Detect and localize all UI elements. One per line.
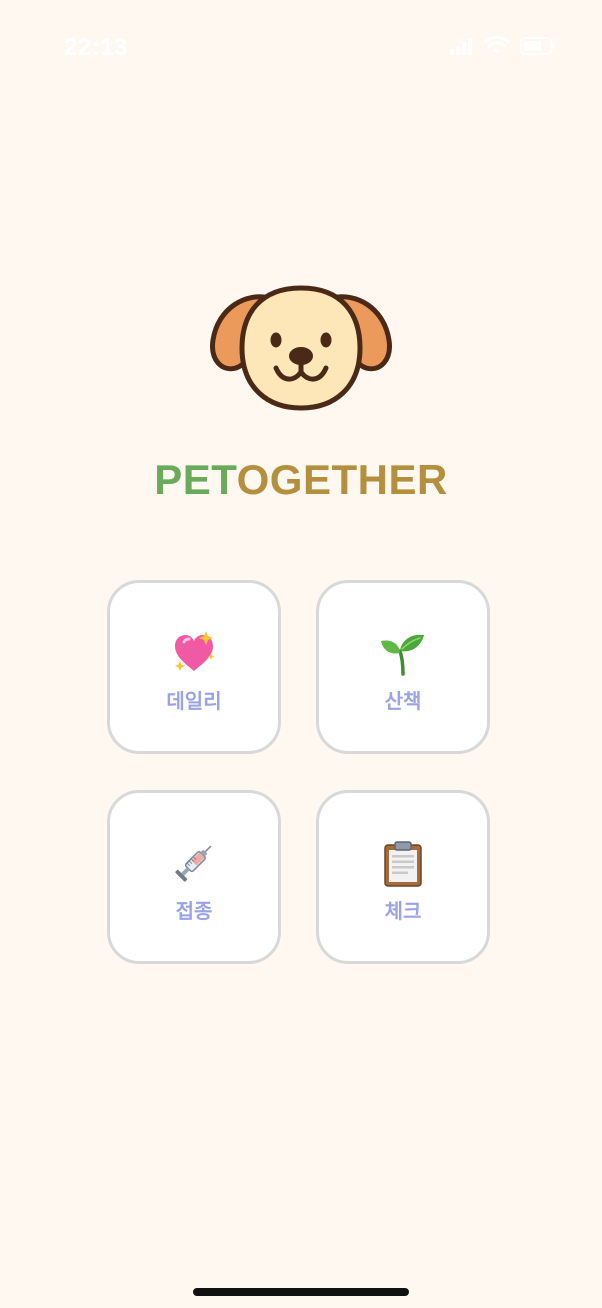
daily-button[interactable]: 데일리 — [107, 580, 281, 754]
vaccine-button[interactable]: 접종 — [107, 790, 281, 964]
signal-icon — [450, 37, 474, 55]
status-icons — [450, 36, 556, 56]
check-label: 체크 — [384, 899, 422, 923]
dog-face-icon — [210, 284, 392, 414]
battery-icon — [520, 37, 556, 55]
app-title-part-1: PET — [154, 456, 237, 503]
wifi-icon — [484, 36, 510, 56]
syringe-icon — [110, 839, 278, 887]
check-button[interactable]: 체크 — [316, 790, 490, 964]
status-bar: 22:13 — [0, 0, 602, 100]
sparkling-heart-icon — [110, 629, 278, 677]
seedling-icon — [319, 629, 487, 677]
home-indicator[interactable] — [193, 1288, 409, 1296]
clipboard-icon — [319, 839, 487, 887]
app-title-part-2: OGETHER — [236, 456, 448, 503]
daily-label: 데일리 — [166, 689, 222, 713]
vaccine-label: 접종 — [175, 899, 213, 923]
walk-label: 산책 — [384, 689, 422, 713]
walk-button[interactable]: 산책 — [316, 580, 490, 754]
app-title: PETOGETHER — [0, 452, 602, 508]
status-time: 22:13 — [64, 34, 128, 61]
